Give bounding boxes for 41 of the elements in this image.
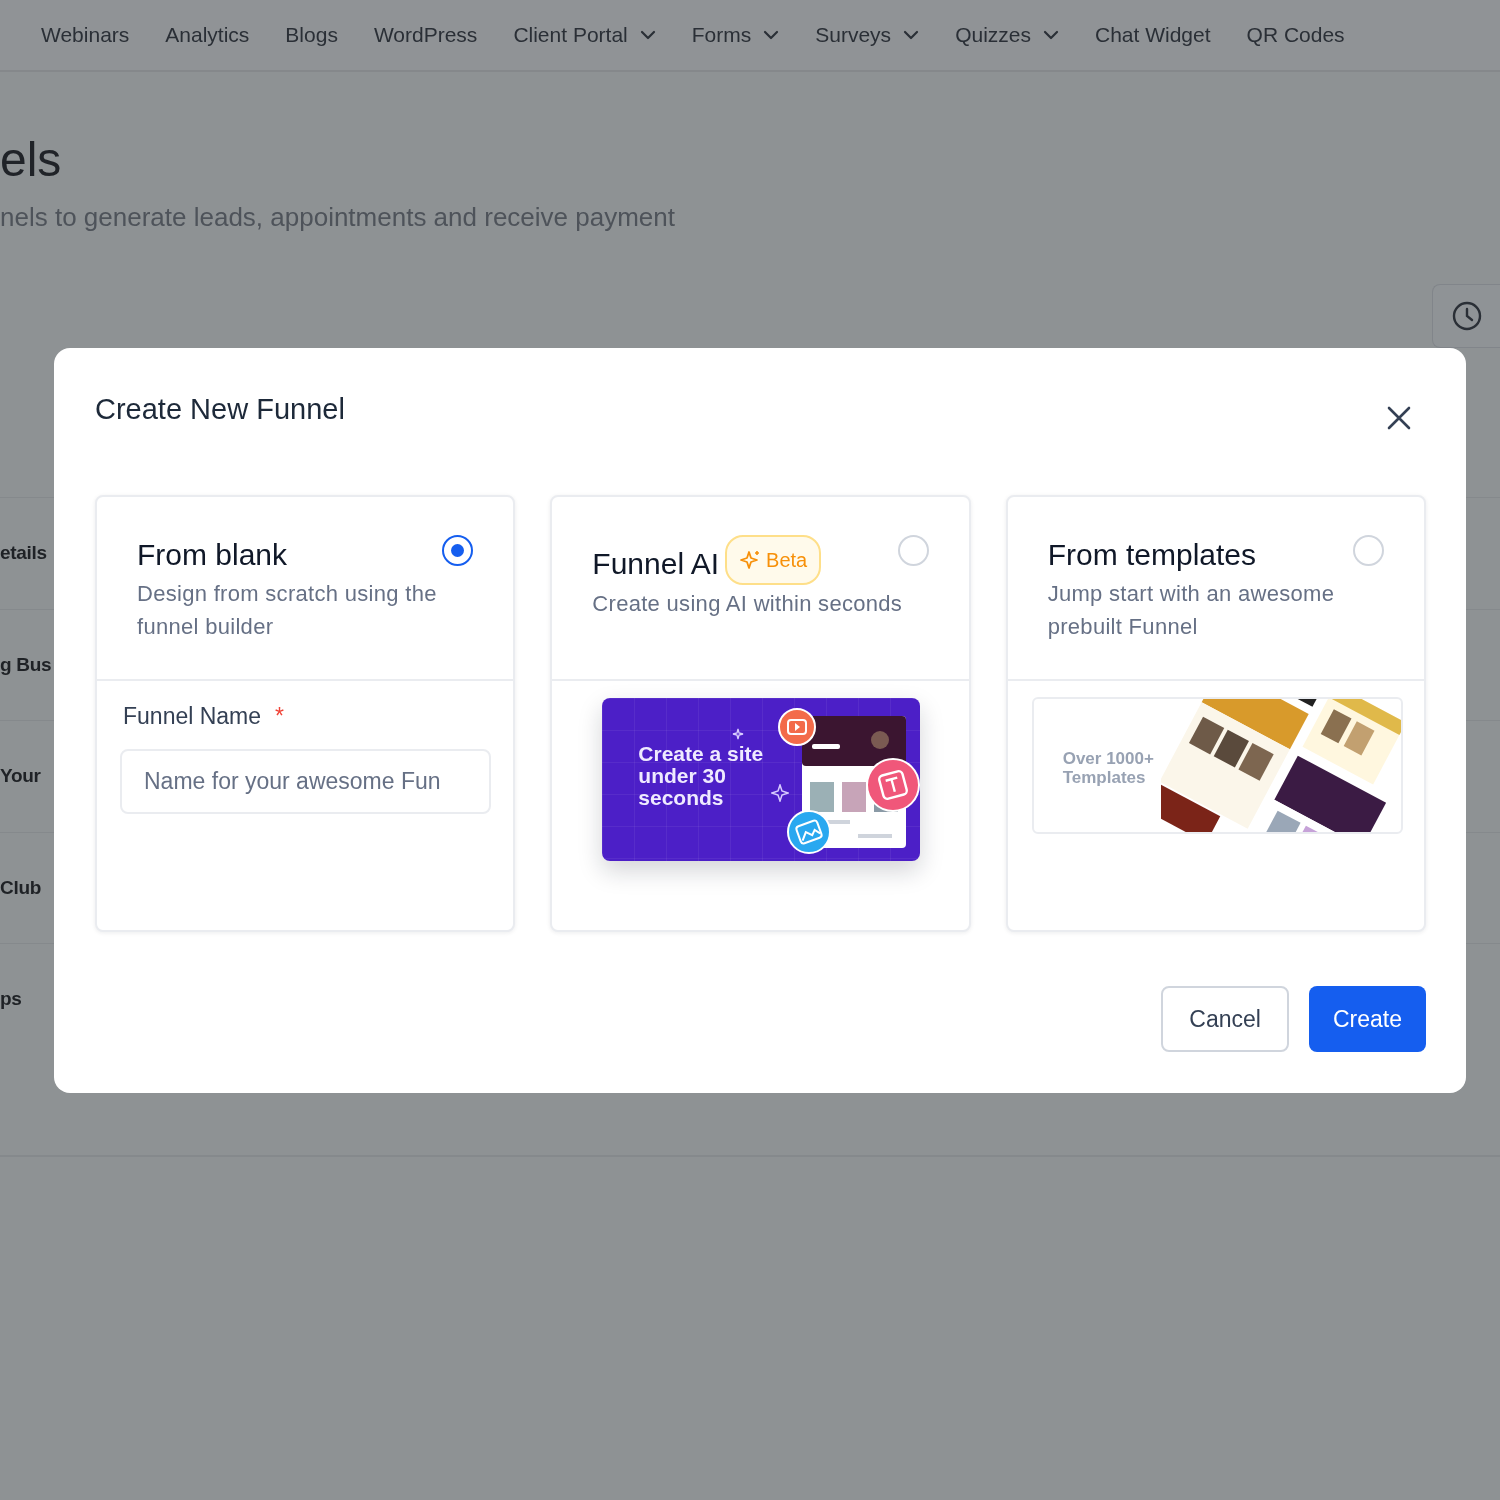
option-card[interactable]: From blank Design from scratch using the funnel builder Funnel Name * Name for your awesome Fun: [95, 494, 516, 932]
option-description: Create using AI within seconds: [592, 589, 904, 618]
sparkle-icon: [739, 549, 761, 570]
clock-icon: [1451, 301, 1482, 331]
cancel-button[interactable]: Cancel: [1161, 985, 1289, 1052]
create-button[interactable]: Create: [1308, 985, 1426, 1052]
list-item[interactable]: Your: [0, 762, 41, 791]
page-subtitle: nels to generate leads, appointments and receive payment: [0, 201, 676, 234]
history-button[interactable]: [1432, 284, 1500, 348]
nav-link[interactable]: Blogs: [285, 19, 338, 51]
option-card[interactable]: From templates Jump start with an awesome prebuilt Funnel Over 1000+ Templates: [1005, 494, 1426, 932]
nav-link[interactable]: Forms: [691, 19, 780, 51]
nav-link[interactable]: Analytics: [165, 19, 250, 51]
modal-title: Create New Funnel: [95, 392, 345, 427]
preview-text: Over 1000+ Templates: [1062, 748, 1155, 787]
page-title: els: [0, 132, 63, 188]
option-title: From blank: [137, 537, 288, 571]
funnel-name-field[interactable]: Name for your awesome Fun: [120, 749, 491, 815]
list-item[interactable]: ps: [0, 985, 22, 1014]
nav-link[interactable]: WordPress: [373, 19, 478, 51]
nav-link[interactable]: Webinars: [41, 19, 130, 51]
banner-text: Create a site under 30 seconds: [638, 742, 765, 809]
nav-link[interactable]: Client Portal: [513, 19, 656, 51]
nav-link[interactable]: Quizzes: [955, 19, 1059, 51]
required-mark: *: [275, 702, 285, 729]
list-item[interactable]: etails: [0, 539, 47, 568]
field-label: Funnel Name: [123, 702, 262, 729]
option-description: Jump start with an awesome prebuilt Funnel: [1047, 579, 1336, 641]
radio-button[interactable]: [442, 534, 474, 566]
list-item[interactable]: g Bus: [0, 650, 52, 679]
nav-link[interactable]: Chat Widget: [1095, 19, 1211, 51]
nav-link[interactable]: Surveys: [815, 19, 920, 51]
option-title: From templates: [1047, 537, 1257, 571]
option-card[interactable]: Funnel AI Beta Create using AI within seconds Create a site under 30 seconds: [550, 494, 971, 932]
option-description: Design from scratch using the funnel builder: [137, 579, 438, 641]
option-title: Funnel AI: [592, 546, 720, 580]
sparkle-icon: [732, 727, 745, 740]
list-item[interactable]: Club: [0, 873, 41, 902]
sparkle-icon: [771, 783, 790, 802]
beta-badge: Beta: [725, 534, 822, 585]
nav-link[interactable]: QR Codes: [1246, 19, 1345, 51]
